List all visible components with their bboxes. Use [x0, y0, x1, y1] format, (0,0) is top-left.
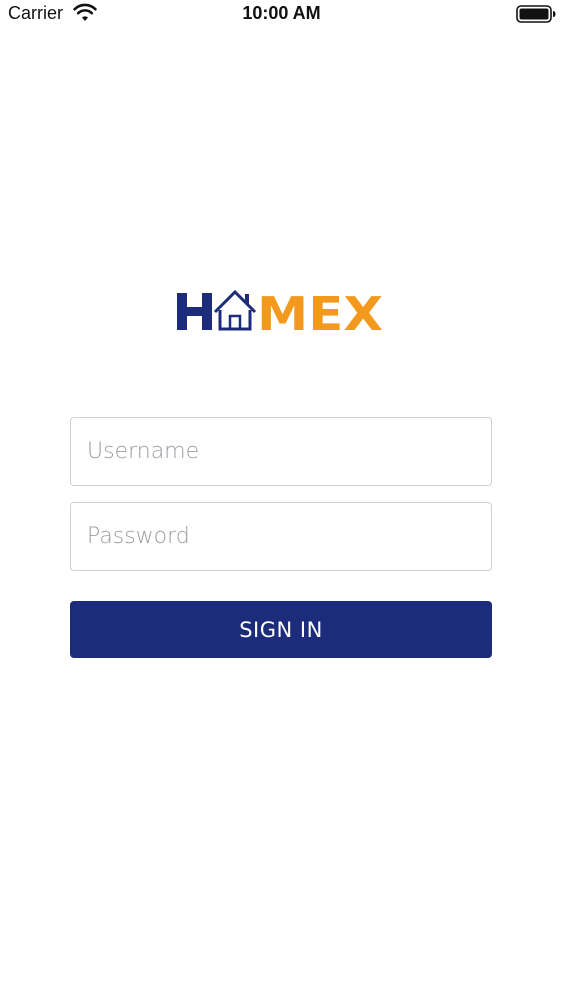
battery-icon [516, 5, 556, 23]
svg-text:MEX: MEX [257, 288, 383, 338]
login-screen: Carrier 10:00 AM MEX Username SIGN IN [0, 0, 563, 1000]
status-time: 10:00 AM [242, 3, 321, 23]
password-input[interactable] [70, 502, 492, 571]
app-logo: MEX [175, 287, 387, 341]
status-bar: Carrier 10:00 AM [0, 0, 563, 30]
username-input[interactable] [70, 417, 492, 486]
house-icon [213, 289, 257, 331]
homex-logo: MEX [177, 287, 383, 341]
sign-in-button[interactable]: SIGN IN [70, 601, 492, 658]
